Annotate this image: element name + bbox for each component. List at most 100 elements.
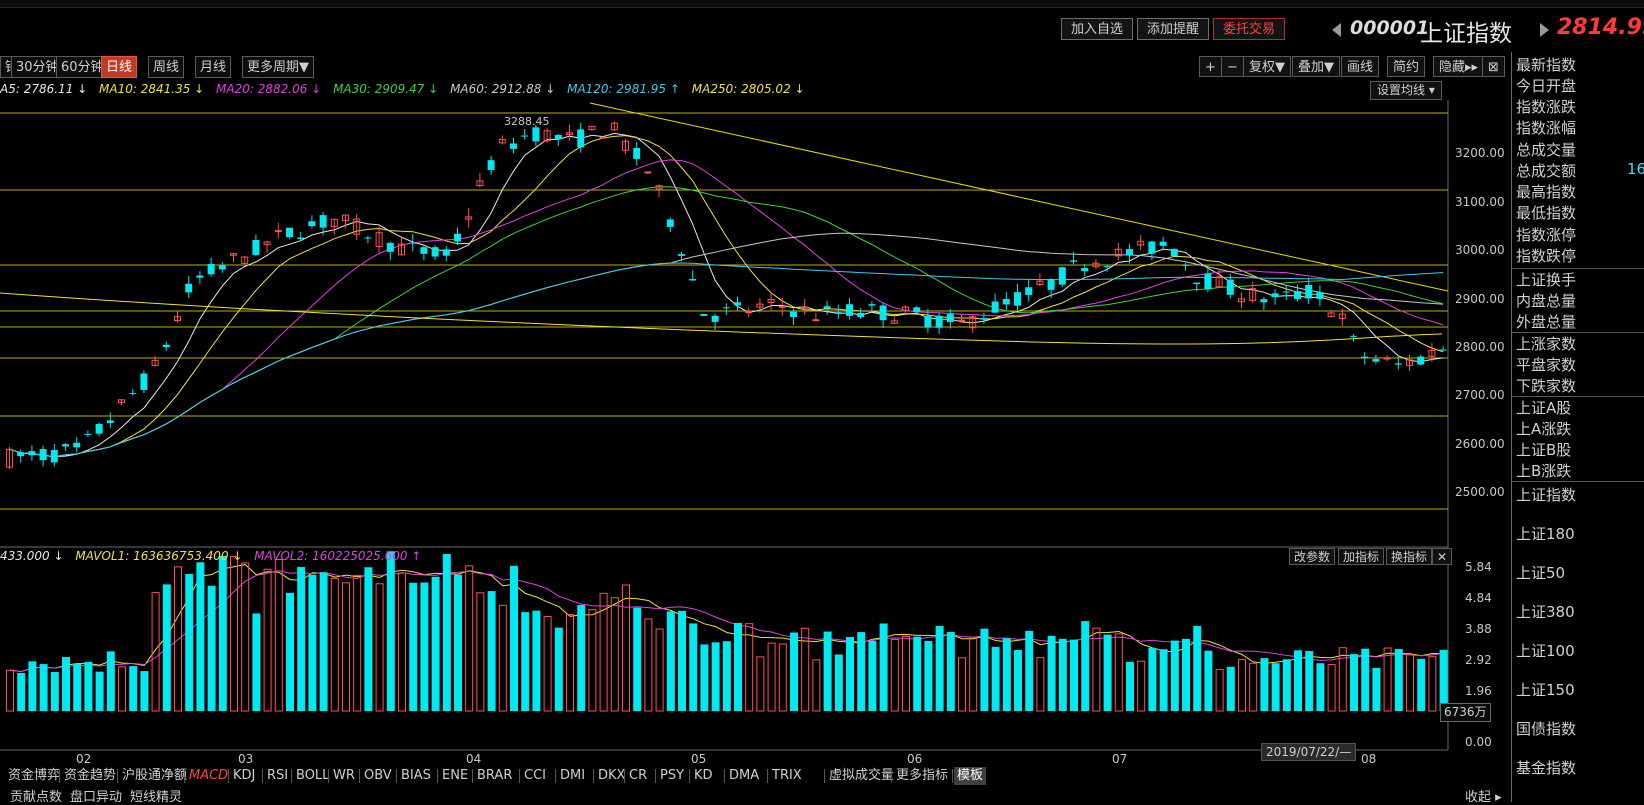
index-link[interactable]: 上证180: [1516, 523, 1575, 544]
volume-bar: [790, 632, 798, 711]
indicator-tab-20[interactable]: TRIX: [769, 767, 805, 785]
volume-bar: [868, 640, 877, 711]
indicator-tab-22[interactable]: 更多指标: [893, 767, 951, 785]
volume-bar: [1092, 627, 1101, 712]
tab-contribution[interactable]: 贡献点数: [10, 786, 62, 805]
candle-body: [129, 393, 137, 395]
indicator-tab-13[interactable]: CCI: [521, 767, 549, 785]
tab-divider: [824, 769, 825, 783]
volume-bar: [633, 607, 642, 711]
volume-bar: [588, 609, 597, 712]
price-chart[interactable]: [0, 100, 1510, 765]
draw-line-button[interactable]: 画线: [1341, 56, 1380, 77]
candle-body: [554, 134, 562, 140]
fullscreen-icon[interactable]: ⊠: [1482, 56, 1505, 77]
index-link[interactable]: 上证100: [1516, 640, 1575, 661]
add-favorite-button[interactable]: 加入自选: [1061, 18, 1134, 40]
indicator-tab-1[interactable]: 资金博弈: [5, 767, 63, 785]
index-link[interactable]: 基金指数: [1516, 757, 1576, 778]
indicator-tab-12[interactable]: BRAR: [474, 767, 515, 785]
hide-panel-button[interactable]: 隐藏▸▸: [1433, 56, 1485, 77]
price-tick: 3000.00: [1455, 243, 1505, 257]
candle-body: [1271, 293, 1279, 298]
volume-bar: [543, 616, 552, 712]
stock-code: 000001: [1350, 17, 1430, 39]
prev-stock-icon[interactable]: [1332, 23, 1341, 37]
index-link[interactable]: 上证380: [1516, 601, 1575, 622]
add-alert-button[interactable]: 添加提醒: [1137, 18, 1210, 40]
tab-more-periods[interactable]: 更多周期▼: [242, 56, 314, 78]
indicator-tab-14[interactable]: DMI: [557, 767, 588, 785]
close-indicator-icon[interactable]: ✕: [1432, 548, 1453, 565]
trade-button[interactable]: 委托交易: [1213, 18, 1286, 40]
candle-body: [252, 239, 260, 255]
volume-bar: [879, 623, 888, 711]
edit-params-button[interactable]: 改参数: [1289, 548, 1336, 565]
set-ma-button[interactable]: 设置均线 ▾: [1370, 81, 1442, 100]
volume-bar: [330, 577, 339, 712]
tab-order-alerts[interactable]: 盘口异动: [70, 786, 122, 805]
volume-bar: [913, 636, 922, 711]
candle-body: [980, 318, 988, 320]
tab-divider: [724, 769, 725, 783]
indicator-tab-23[interactable]: 模板: [954, 767, 987, 785]
tab-daily[interactable]: 日线: [101, 56, 138, 78]
month-label: 03: [238, 752, 254, 766]
volume-bar: [1294, 650, 1302, 711]
zoom-out-button[interactable]: −: [1221, 56, 1244, 77]
side-label: 上证B股: [1516, 441, 1572, 459]
candle-body: [510, 143, 517, 149]
tab-divider: [59, 769, 60, 783]
indicator-tab-17[interactable]: PSY: [657, 767, 687, 785]
indicator-tab-9[interactable]: OBV: [361, 767, 395, 785]
tab-weekly[interactable]: 周线: [148, 56, 185, 78]
candle-body: [1294, 291, 1301, 299]
volume-bar: [431, 576, 440, 711]
adjust-button[interactable]: 复权▼: [1243, 56, 1291, 77]
simple-mode-button[interactable]: 简约: [1387, 56, 1426, 77]
volume-bar: [1238, 658, 1246, 712]
indicator-tab-18[interactable]: KD: [691, 767, 716, 785]
add-indicator-button[interactable]: 加指标: [1338, 548, 1385, 565]
index-link[interactable]: 上证150: [1516, 679, 1575, 700]
next-stock-icon[interactable]: [1540, 23, 1549, 37]
volume-bar: [1036, 657, 1045, 712]
candle-body: [879, 305, 887, 321]
index-link[interactable]: 上证指数: [1516, 484, 1576, 505]
candle-body: [991, 301, 999, 313]
indicator-tab-19[interactable]: DMA: [726, 767, 762, 785]
volume-bar: [342, 582, 350, 712]
index-link[interactable]: 上证50: [1516, 562, 1565, 583]
candle-body: [1070, 260, 1077, 262]
candle-body: [711, 315, 719, 322]
collapse-button[interactable]: 收起 ▸: [1465, 786, 1502, 805]
volume-bar: [353, 574, 362, 712]
tab-divider: [472, 769, 473, 783]
tab-divider: [519, 769, 520, 783]
indicator-tab-6[interactable]: RSI: [264, 767, 291, 785]
volume-bar: [252, 613, 261, 711]
tab-divider: [437, 769, 438, 783]
candle-body: [1316, 292, 1324, 299]
indicator-tab-5[interactable]: KDJ: [230, 767, 258, 785]
indicator-tab-16[interactable]: CR: [626, 767, 650, 785]
indicator-tab-2[interactable]: 资金趋势: [61, 767, 119, 785]
indicator-tab-10[interactable]: BIAS: [398, 767, 434, 785]
indicator-tab-3[interactable]: 沪股通净额: [119, 767, 190, 785]
indicator-tab-8[interactable]: WR: [330, 767, 358, 785]
index-link[interactable]: 国债指数: [1516, 718, 1576, 739]
volume-bar: [890, 638, 899, 712]
overlay-button[interactable]: 叠加▼: [1292, 56, 1340, 77]
indicator-tab-11[interactable]: ENE: [439, 767, 471, 785]
indicator-tab-21[interactable]: 虚拟成交量: [826, 767, 897, 785]
swap-indicator-button[interactable]: 换指标: [1386, 548, 1433, 565]
month-label: 05: [691, 752, 707, 766]
tab-short-term[interactable]: 短线精灵: [130, 786, 182, 805]
indicator-tab-7[interactable]: BOLL: [293, 767, 332, 785]
vol-tick: 2.92: [1465, 653, 1492, 667]
indicator-tab-4[interactable]: MACD: [186, 767, 231, 785]
volume-bar: [1103, 634, 1112, 711]
tab-monthly[interactable]: 月线: [195, 56, 232, 78]
candle-body: [274, 230, 282, 233]
zoom-in-button[interactable]: +: [1199, 56, 1222, 77]
